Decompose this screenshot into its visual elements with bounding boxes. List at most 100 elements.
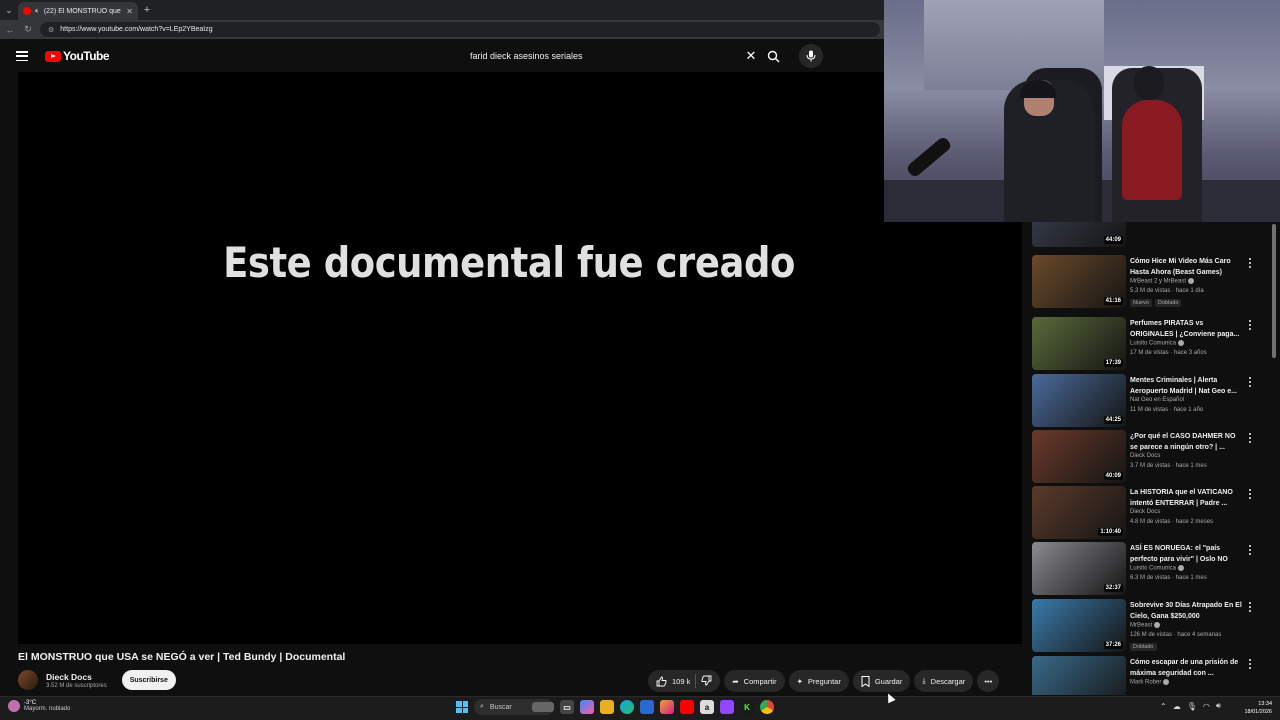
sidebar-scrollbar[interactable] xyxy=(1272,222,1276,695)
more-vertical-icon[interactable] xyxy=(1246,376,1254,388)
ask-button[interactable]: ✦ Preguntar xyxy=(788,670,849,692)
site-info-icon[interactable]: ⚙ xyxy=(48,26,54,34)
share-button[interactable]: ➦ Compartir xyxy=(724,670,785,692)
recommendation-title[interactable]: Cómo Hice Mi Video Más Caro Hasta Ahora … xyxy=(1130,256,1244,278)
recommendation-title[interactable]: Mentes Criminales | Alerta Aeropuerto Ma… xyxy=(1130,375,1244,397)
video-thumbnail[interactable]: 32:37 xyxy=(1032,542,1126,595)
speaker-icon[interactable]: 🔈︎ xyxy=(35,6,40,16)
more-actions-button[interactable]: ••• xyxy=(977,670,1000,692)
recommendation-item[interactable]: 37:26 Sobrevive 30 Días Atrapado En El Ci… xyxy=(1032,599,1268,655)
weather-icon xyxy=(8,700,20,712)
recommendation-item[interactable]: 40:09 ¿Por qué el CASO DAHMER NO se parec… xyxy=(1032,430,1268,486)
divider xyxy=(695,674,697,688)
recommendation-title[interactable]: ¿Por qué el CASO DAHMER NO se parece a n… xyxy=(1130,431,1244,453)
tab-list-icon[interactable]: ⌄ xyxy=(0,0,18,20)
menu-icon[interactable] xyxy=(16,51,28,61)
video-thumbnail[interactable]: 44:09 xyxy=(1032,222,1126,247)
recommendation-item[interactable]: 44:25 Mentes Criminales | Alerta Aeropuer… xyxy=(1032,374,1268,430)
reload-icon[interactable]: ↻ xyxy=(22,24,34,35)
more-vertical-icon[interactable] xyxy=(1246,488,1254,500)
channel-avatar[interactable] xyxy=(18,670,38,690)
search-button[interactable] xyxy=(762,46,784,66)
more-vertical-icon[interactable] xyxy=(1246,432,1254,444)
wifi-icon[interactable]: ◠ xyxy=(1203,702,1210,711)
subscribe-button[interactable]: Suscribirse xyxy=(121,670,176,690)
search-input[interactable]: farid dieck asesinos seriales xyxy=(460,51,742,61)
recommendation-channel[interactable]: Dieck Docs xyxy=(1130,453,1160,459)
recommendation-title[interactable]: Cómo escapar de una prisión de máxima se… xyxy=(1130,657,1244,679)
video-thumbnail[interactable]: 37:26 xyxy=(1032,599,1126,652)
recommendation-item[interactable]: Cómo escapar de una prisión de máxima se… xyxy=(1032,656,1268,695)
taskbar-search[interactable]: ⌕ Buscar xyxy=(474,699,554,715)
task-view-icon[interactable]: ▭ xyxy=(560,700,574,714)
video-thumbnail[interactable]: 1:10:40 xyxy=(1032,486,1126,539)
file-explorer-icon[interactable] xyxy=(600,700,614,714)
close-tab-icon[interactable]: ✕ xyxy=(126,7,133,16)
new-tab-button[interactable]: + xyxy=(138,4,156,16)
kick-icon[interactable]: K xyxy=(740,700,754,714)
recommendations-sidebar: 44:09Kenyi Nakamura4.1 M de vistas · hac… xyxy=(1032,222,1278,695)
dislike-button[interactable] xyxy=(701,675,712,688)
video-player[interactable] xyxy=(18,72,1022,644)
video-thumbnail[interactable] xyxy=(1032,656,1126,695)
recommendation-item[interactable]: 1:10:40 La HISTORIA que el VATICANO inten… xyxy=(1032,486,1268,542)
recommendation-meta: 6.3 M de vistas · hace 1 mes xyxy=(1130,575,1207,581)
twitch-icon[interactable] xyxy=(720,700,734,714)
recommendation-title[interactable]: La HISTORIA que el VATICANO intentó ENTE… xyxy=(1130,487,1244,509)
recommendation-channel[interactable]: MrBeast xyxy=(1130,622,1161,629)
address-bar[interactable]: ⚙ https://www.youtube.com/watch?v=LEp2YB… xyxy=(40,22,880,37)
weather-widget[interactable]: -3°C Mayorm. nublado xyxy=(8,700,70,712)
like-button[interactable]: 109 k xyxy=(656,676,690,687)
scrollbar-thumb[interactable] xyxy=(1272,224,1276,358)
copilot-icon[interactable] xyxy=(580,700,594,714)
recommendation-title[interactable]: Sobrevive 30 Días Atrapado En El Cielo, … xyxy=(1130,600,1244,622)
recommendation-channel[interactable]: Mark Rober xyxy=(1130,679,1170,686)
volume-icon[interactable]: 🔊︎ xyxy=(1216,701,1221,711)
recommendation-item[interactable]: 44:09Kenyi Nakamura4.1 M de vistas · hac… xyxy=(1032,222,1268,250)
recommendation-channel[interactable]: Luisito Comunica xyxy=(1130,340,1185,347)
channel-name[interactable]: Dieck Docs xyxy=(46,672,107,682)
store-icon[interactable] xyxy=(640,700,654,714)
windows-start-icon[interactable] xyxy=(456,701,468,713)
voice-search-button[interactable] xyxy=(799,44,823,68)
more-vertical-icon[interactable] xyxy=(1246,658,1254,670)
verified-icon xyxy=(1178,340,1185,346)
video-thumbnail[interactable]: 40:09 xyxy=(1032,430,1126,483)
browser-tab[interactable]: 🔈︎ (22) El MONSTRUO que USA s ✕ xyxy=(18,2,138,20)
download-button[interactable]: ⤓ Descargar xyxy=(914,670,974,692)
instagram-icon[interactable] xyxy=(660,700,674,714)
recommendation-item[interactable]: 32:37 ASÍ ES NORUEGA: el "país perfecto p… xyxy=(1032,542,1268,598)
tray-overflow-icon[interactable]: ⌃ xyxy=(1160,702,1167,711)
more-vertical-icon[interactable] xyxy=(1246,257,1254,269)
more-vertical-icon[interactable] xyxy=(1246,319,1254,331)
search-box[interactable]: farid dieck asesinos seriales ✕ xyxy=(460,44,760,68)
save-button[interactable]: Guardar xyxy=(852,670,911,692)
recommendation-channel[interactable]: Dieck Docs xyxy=(1130,509,1160,515)
clear-search-icon[interactable]: ✕ xyxy=(742,48,760,64)
recommendation-channel[interactable]: Nat Geo en Español xyxy=(1130,397,1184,403)
more-vertical-icon[interactable] xyxy=(1246,544,1254,556)
recommendation-title[interactable]: ASÍ ES NORUEGA: el "país perfecto para v… xyxy=(1130,543,1244,565)
recommendation-channel[interactable]: Luisito Comunica xyxy=(1130,565,1185,572)
download-label: Descargar xyxy=(930,676,966,686)
cloud-icon[interactable]: ☁ xyxy=(1173,702,1181,711)
video-thumbnail[interactable]: 44:25 xyxy=(1032,374,1126,427)
like-dislike-group: 109 k xyxy=(648,670,721,692)
youtube-logo[interactable]: YouTube xyxy=(45,49,110,63)
amazon-icon[interactable]: a xyxy=(700,700,714,714)
recommendation-item[interactable]: 17:39 Perfumes PIRATAS vs ORIGINALES | ¿C… xyxy=(1032,317,1268,373)
edge-browser-icon[interactable] xyxy=(620,700,634,714)
chrome-icon[interactable] xyxy=(760,700,774,714)
microphone-tray-icon[interactable]: 🎙︎ xyxy=(1187,702,1197,711)
youtube-app-icon[interactable] xyxy=(680,700,694,714)
video-thumbnail[interactable]: 17:39 xyxy=(1032,317,1126,370)
recommendation-channel[interactable]: MrBeast 2 y MrBeast xyxy=(1130,278,1195,285)
badge: Doblado xyxy=(1130,643,1157,651)
video-thumbnail[interactable]: 41:16 xyxy=(1032,255,1126,308)
system-clock[interactable]: 13:34 18/01/2026 xyxy=(1236,700,1272,716)
back-icon[interactable]: ← xyxy=(4,25,16,35)
recommendation-item[interactable]: 41:16 Cómo Hice Mi Video Más Caro Hasta A… xyxy=(1032,255,1268,311)
more-vertical-icon[interactable] xyxy=(1246,601,1254,613)
badge: Doblado xyxy=(1154,299,1182,307)
recommendation-title[interactable]: Perfumes PIRATAS vs ORIGINALES | ¿Convie… xyxy=(1130,318,1244,340)
